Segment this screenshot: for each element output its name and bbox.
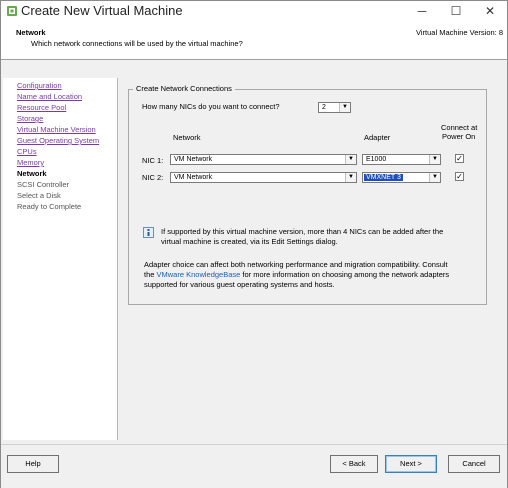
nic2-connect-checkbox[interactable]: ✓ <box>455 172 464 181</box>
nic1-adapter-dropdown[interactable]: E1000 ▼ <box>362 154 441 165</box>
nic1-connect-checkbox[interactable]: ✓ <box>455 154 464 163</box>
nic1-label: NIC 1: <box>142 156 164 165</box>
step-configuration[interactable]: Configuration <box>17 81 62 90</box>
vmware-logo-icon <box>7 6 17 16</box>
step-vm-version[interactable]: Virtual Machine Version <box>17 125 96 134</box>
chevron-down-icon: ▼ <box>429 173 440 182</box>
next-button[interactable]: Next > <box>385 455 437 473</box>
chevron-down-icon: ▼ <box>345 173 356 182</box>
nic2-adapter-dropdown[interactable]: VMXNET 3 ▼ <box>362 172 441 183</box>
adapter-note-line2: the VMware KnowledgeBase for more inform… <box>144 270 449 280</box>
step-scsi-controller: SCSI Controller <box>17 180 70 189</box>
adapter-note-pre: the <box>144 270 157 279</box>
cancel-button[interactable]: Cancel <box>448 455 500 473</box>
step-storage[interactable]: Storage <box>17 114 43 123</box>
wizard-steps: Configuration Name and Location Resource… <box>3 78 118 440</box>
step-memory[interactable]: Memory <box>17 158 44 167</box>
nic1-network-dropdown[interactable]: VM Network ▼ <box>170 154 357 165</box>
chevron-down-icon: ▼ <box>345 155 356 164</box>
help-button[interactable]: Help <box>7 455 59 473</box>
wizard-footer: Help < Back Next > Cancel <box>1 444 507 488</box>
nic2-network-dropdown[interactable]: VM Network ▼ <box>170 172 357 183</box>
info-icon <box>143 227 154 238</box>
page-subtitle: Which network connections will be used b… <box>31 39 243 48</box>
step-cpus[interactable]: CPUs <box>17 147 37 156</box>
knowledgebase-link[interactable]: VMware KnowledgeBase <box>157 270 241 279</box>
chevron-down-icon: ▼ <box>339 103 350 112</box>
nic-count-value: 2 <box>322 104 326 111</box>
adapter-column-header: Adapter <box>364 133 391 142</box>
step-ready-to-complete: Ready to Complete <box>17 202 82 211</box>
connect-column-header-line2: Power On <box>442 132 476 141</box>
network-column-header: Network <box>173 133 201 142</box>
vm-version-label: Virtual Machine Version: 8 <box>416 28 503 37</box>
nic1-network-value: VM Network <box>174 156 213 163</box>
connect-column-header-line1: Connect at <box>441 123 478 132</box>
adapter-note-line1: Adapter choice can affect both networkin… <box>144 260 448 269</box>
title-bar: Create New Virtual Machine ─ ☐ ✕ <box>1 1 507 21</box>
nic-count-dropdown[interactable]: 2 ▼ <box>318 102 351 113</box>
page-title: Network <box>16 28 46 37</box>
info-text-line1: If supported by this virtual machine ver… <box>161 227 444 236</box>
group-title: Create Network Connections <box>133 84 235 93</box>
nic-count-label: How many NICs do you want to connect? <box>142 102 280 111</box>
nic1-adapter-value: E1000 <box>366 156 387 163</box>
back-button[interactable]: < Back <box>330 455 378 473</box>
step-guest-os[interactable]: Guest Operating System <box>17 136 99 145</box>
adapter-note-post: for more information on choosing among t… <box>240 270 450 279</box>
close-button[interactable]: ✕ <box>473 1 507 21</box>
nic2-adapter-value: VMXNET 3 <box>364 174 403 181</box>
minimize-button[interactable]: ─ <box>405 1 439 21</box>
step-name-and-location[interactable]: Name and Location <box>17 92 82 101</box>
chevron-down-icon: ▼ <box>429 155 440 164</box>
wizard-header: Network Which network connections will b… <box>1 21 507 60</box>
wizard-window: Create New Virtual Machine ─ ☐ ✕ Network… <box>0 0 508 488</box>
window-title: Create New Virtual Machine <box>21 3 183 18</box>
nic2-label: NIC 2: <box>142 173 164 182</box>
nic2-network-value: VM Network <box>174 174 213 181</box>
step-resource-pool[interactable]: Resource Pool <box>17 103 66 112</box>
info-text-line2: virtual machine is created, via its Edit… <box>161 237 338 246</box>
maximize-button[interactable]: ☐ <box>439 1 473 21</box>
adapter-note-line3: supported for various guest operating sy… <box>144 280 335 289</box>
step-select-disk: Select a Disk <box>17 191 61 200</box>
step-network: Network <box>17 169 47 178</box>
